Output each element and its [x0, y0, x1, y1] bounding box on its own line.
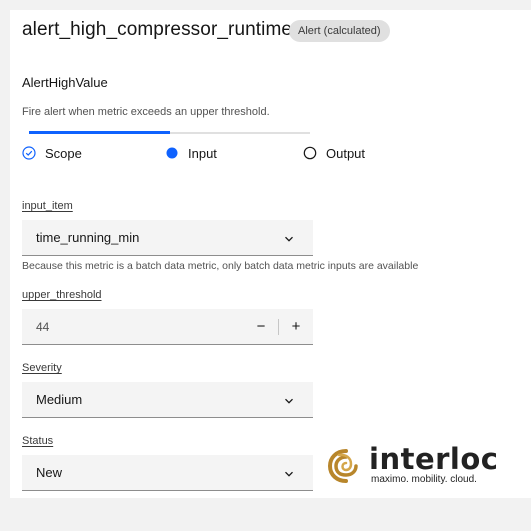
- function-description: Fire alert when metric exceeds an upper …: [22, 106, 270, 118]
- step-input-label: Input: [188, 145, 217, 161]
- logo-wordmark: interloc: [369, 442, 499, 476]
- input-item-helper-text: Because this metric is a batch data metr…: [22, 260, 419, 272]
- status-dropdown[interactable]: New: [22, 455, 313, 491]
- chevron-down-icon: [283, 232, 295, 244]
- progress-fill: [29, 131, 170, 134]
- upper-threshold-number-input[interactable]: 44 − +: [22, 309, 313, 345]
- chevron-down-icon: [283, 467, 295, 479]
- type-tag: Alert (calculated): [289, 20, 390, 42]
- page-title: alert_high_compressor_runtime: [22, 19, 293, 40]
- upper-threshold-label: upper_threshold: [22, 289, 102, 301]
- status-label: Status: [22, 435, 54, 447]
- chevron-down-icon: [283, 394, 295, 406]
- step-output-label: Output: [326, 145, 366, 161]
- function-name: AlertHighValue: [22, 75, 108, 90]
- severity-value: Medium: [36, 392, 83, 407]
- current-step-icon: [165, 146, 179, 160]
- status-value: New: [36, 465, 63, 480]
- logo-tagline: maximo. mobility. cloud.: [371, 474, 477, 485]
- incomplete-step-icon: [303, 146, 317, 160]
- decrement-button[interactable]: −: [244, 309, 278, 344]
- interloc-logo: interloc maximo. mobility. cloud.: [327, 442, 517, 489]
- step-output[interactable]: Output: [303, 145, 365, 161]
- input-item-dropdown[interactable]: time_running_min: [22, 220, 313, 256]
- checkmark-outline-icon: [22, 146, 36, 160]
- step-scope[interactable]: Scope: [22, 145, 82, 161]
- upper-threshold-value[interactable]: 44: [22, 320, 244, 334]
- footer-strip: [0, 498, 531, 531]
- interloc-swirl-icon: [327, 448, 365, 489]
- severity-label: Severity: [22, 362, 62, 374]
- increment-button[interactable]: +: [279, 309, 313, 344]
- step-scope-label: Scope: [45, 145, 82, 161]
- step-input[interactable]: Input: [165, 145, 217, 161]
- input-item-label: input_item: [22, 200, 73, 212]
- severity-dropdown[interactable]: Medium: [22, 382, 313, 418]
- input-item-value: time_running_min: [36, 230, 140, 245]
